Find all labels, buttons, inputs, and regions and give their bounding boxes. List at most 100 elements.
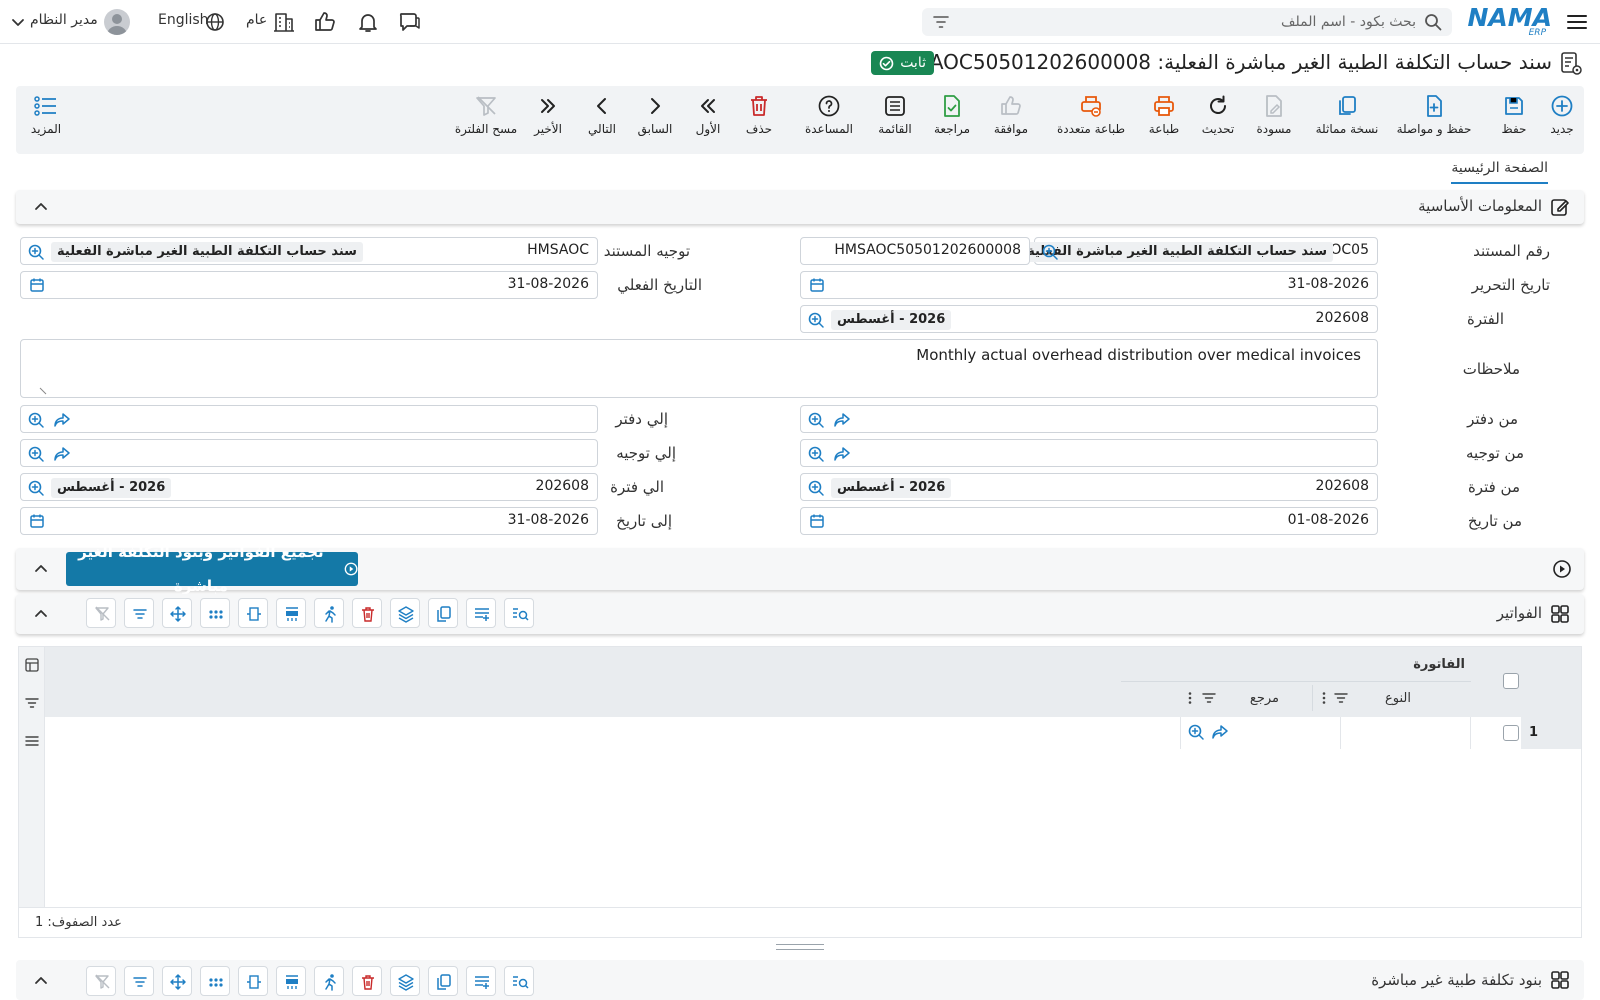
collect-invoices-button[interactable]: تجميع الفواتير وبنود التكلفة الغير مباشر… [66,543,358,595]
filter-icon[interactable] [932,14,950,30]
column-menu-icon[interactable] [1321,691,1327,705]
chevron-up-icon[interactable] [34,974,48,988]
direction-field[interactable]: HMSAOC سند حساب التكلفة الطبية الغير مبا… [20,237,598,265]
grid-move-button[interactable] [162,966,192,996]
search-plus-icon[interactable] [807,479,825,497]
search-plus-icon[interactable] [807,411,825,429]
grid-layers-button[interactable] [390,966,420,996]
grid-delete-button[interactable] [352,966,382,996]
previous-button[interactable]: السابق [636,94,674,150]
share-arrow-icon[interactable] [833,445,851,463]
basic-info-header[interactable]: المعلومات الأساسية [16,190,1584,224]
share-arrow-icon[interactable] [53,411,71,429]
grid-clear-filter-button[interactable] [86,598,116,628]
from-period-field[interactable]: 202608 2026 - أغسطس [800,473,1378,501]
table-settings-icon[interactable] [24,657,40,673]
last-button[interactable]: الأخير [530,94,566,150]
duplicate-button[interactable]: نسخة مماثلة [1312,94,1382,150]
list-button[interactable]: القائمة [872,94,918,150]
hamburger-menu-icon[interactable] [1566,12,1588,32]
approve-button[interactable]: موافقة [986,94,1036,150]
row-checkbox[interactable] [1503,725,1519,741]
language-switch[interactable]: English [158,12,209,28]
tab-main-page[interactable]: الصفحة الرئيسية [1451,160,1548,184]
share-arrow-icon[interactable] [53,445,71,463]
scope-label[interactable]: عام [246,12,267,28]
building-icon[interactable] [272,10,296,34]
calendar-icon[interactable] [29,277,45,293]
col-type-header[interactable]: النوع [1385,691,1411,706]
clear-filter-button[interactable]: مسح الفلترة [454,94,518,150]
from-direction-field[interactable] [800,439,1378,467]
edit-date-field[interactable]: 31-08-2026 [800,271,1378,299]
column-filter-icon[interactable] [1333,691,1349,705]
search-icon[interactable] [1424,13,1442,31]
multi-print-button[interactable]: طباعة متعددة [1050,94,1132,150]
grid-dots-button[interactable] [200,966,230,996]
chevron-up-icon[interactable] [34,562,48,576]
menu-icon[interactable] [24,733,40,749]
grid-run-button[interactable] [314,966,344,996]
save-continue-button[interactable]: حفظ و مواصلة [1392,94,1476,150]
grid-copy-button[interactable] [428,966,458,996]
column-filter-icon[interactable] [1201,691,1217,705]
search-plus-icon[interactable] [27,445,45,463]
grid-layers-button[interactable] [390,598,420,628]
draft-button[interactable]: مسودة [1252,94,1296,150]
grid-fit-button[interactable] [238,966,268,996]
delete-button[interactable]: حذف [742,94,776,150]
from-book-field[interactable] [800,405,1378,433]
new-button[interactable]: جديد [1542,94,1582,150]
chevron-up-icon[interactable] [34,607,48,621]
search-plus-icon[interactable] [1041,243,1059,261]
save-button[interactable]: حفظ [1494,94,1534,150]
next-button[interactable]: التالي [584,94,620,150]
to-date-field[interactable]: 31-08-2026 [20,507,598,535]
user-name[interactable]: مدير النظام [30,12,98,28]
search-plus-icon[interactable] [807,311,825,329]
grid-add-rows-button[interactable] [466,966,496,996]
grid-delete-button[interactable] [352,598,382,628]
thumbs-up-icon[interactable] [313,10,337,34]
actual-date-field[interactable]: 31-08-2026 [20,271,598,299]
bell-icon[interactable] [356,10,380,34]
to-book-field[interactable] [20,405,598,433]
col-ref-header[interactable]: مرجع [1250,691,1279,706]
share-arrow-icon[interactable] [1211,723,1229,741]
table-row[interactable]: 1 [45,717,1581,749]
search-plus-icon[interactable] [807,445,825,463]
chat-icon[interactable] [398,10,422,34]
select-all-checkbox[interactable] [1503,673,1519,689]
refresh-button[interactable]: تحديث [1196,94,1240,150]
to-direction-field[interactable] [20,439,598,467]
review-button[interactable]: مراجعة [930,94,974,150]
period-field[interactable]: 202608 2026 - أغسطس [800,305,1378,333]
help-button[interactable]: المساعدة [802,94,856,150]
chevron-up-icon[interactable] [34,200,48,214]
grid-search-button[interactable] [504,598,534,628]
notes-textarea[interactable]: Monthly actual overhead distribution ove… [20,339,1378,398]
search-plus-icon[interactable] [27,411,45,429]
resize-handle-icon[interactable] [39,387,47,395]
to-period-field[interactable]: 202608 2026 - أغسطس [20,473,598,501]
doc-number-field[interactable]: HMSAOC50501202600008 [800,237,1030,265]
grid-insert-button[interactable] [276,966,306,996]
search-plus-icon[interactable] [1187,723,1205,741]
search-plus-icon[interactable] [27,243,45,261]
calendar-icon[interactable] [29,513,45,529]
grid-copy-button[interactable] [428,598,458,628]
chevron-down-icon[interactable] [10,14,26,30]
column-menu-icon[interactable] [1187,691,1193,705]
share-arrow-icon[interactable] [833,411,851,429]
grid-dots-button[interactable] [200,598,230,628]
grid-run-button[interactable] [314,598,344,628]
grid-fit-button[interactable] [238,598,268,628]
more-button[interactable]: المزيد [28,94,64,150]
filter-icon[interactable] [24,695,40,711]
doc-number-type-field[interactable]: OC05 سند حساب التكلفة الطبية الغير مباشر… [1021,237,1378,265]
grid-search-button[interactable] [504,966,534,996]
grid-add-rows-button[interactable] [466,598,496,628]
search-plus-icon[interactable] [27,479,45,497]
calendar-icon[interactable] [809,277,825,293]
logo[interactable]: NAMA ERP [1468,3,1553,39]
